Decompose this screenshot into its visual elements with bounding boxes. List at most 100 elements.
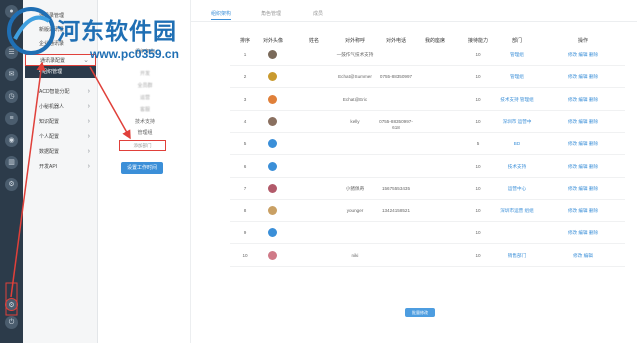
menu-item-personal[interactable]: 个人配置 › (25, 131, 96, 143)
side-menu: 通讯录管理 新版通讯录 企业通讯录 通讯录配置 ⌄ • 组织管理 ACD智能分配 ›… (23, 0, 98, 343)
tab-roles[interactable]: 角色管理 (261, 9, 281, 19)
menu-item-api[interactable]: 开发API › (25, 161, 96, 173)
settings-icon[interactable]: ⚙ (5, 178, 18, 191)
tree-node[interactable]: 全员群 (99, 82, 191, 89)
menu-item-acd[interactable]: ACD智能分配 › (25, 86, 96, 98)
cell-dept: 销售部门 (507, 252, 527, 258)
cell-no: 8 (243, 208, 247, 214)
avatar (268, 206, 277, 216)
row-divider (230, 154, 625, 156)
cell-dept: 深圳市 运营中 (502, 118, 532, 124)
menu-item-org-manage[interactable]: • 组织管理 (25, 66, 96, 78)
cell-ops[interactable]: 修改 编辑 删除 (556, 141, 610, 147)
cell-no: 6 (243, 163, 247, 169)
avatar (268, 116, 277, 126)
contacts-icon[interactable]: ☰ (5, 46, 18, 59)
menu-item-data[interactable]: 数据配置 › (25, 146, 96, 158)
chart-icon[interactable]: ▥ (5, 156, 18, 169)
col-header-avatar: 对外头像 (262, 38, 283, 44)
cell-ops[interactable]: 修改 编辑 删除 (556, 186, 610, 192)
row-divider (230, 109, 625, 111)
cell-ops[interactable]: 修改 编辑 删除 (556, 97, 610, 103)
col-header-alias: 对外称呼 (344, 38, 365, 44)
cell-ops[interactable]: 修改 编辑 删除 (556, 119, 610, 125)
tree-node[interactable]: 运营 (99, 94, 191, 101)
col-header-order: 排序 (239, 38, 250, 44)
icon-rail: ● ☰ ✉ ◷ ≡ ◉ ▥ ⚙ ⚙ ⏻ (0, 0, 23, 343)
menu-item-contacts[interactable]: 通讯录管理 (25, 10, 96, 22)
menu-item-enterprise-contacts[interactable]: 企业通讯录 (25, 38, 96, 50)
cell-ops[interactable]: 修改 编辑 删除 (556, 74, 610, 80)
tree-node[interactable]: 技术支持 (99, 118, 191, 125)
cell-dept: 技术支持 (507, 163, 527, 169)
clock-icon[interactable]: ◷ (5, 90, 18, 103)
col-header-capacity: 接待能力 (467, 38, 488, 44)
cell-no: 7 (243, 185, 247, 191)
tab-members[interactable]: 成员 (313, 9, 323, 19)
set-work-hours-button[interactable]: 设置工作时间 (121, 162, 163, 174)
cell-cap: 10 (475, 163, 481, 169)
avatar (268, 228, 277, 238)
chat-icon[interactable]: ✉ (5, 68, 18, 81)
tree-node[interactable]: 管理组 (99, 129, 191, 136)
col-header-phone: 对外电话 (385, 38, 406, 44)
tab-org[interactable]: 组织架构 (211, 9, 232, 20)
cell-no: 5 (243, 141, 247, 147)
cell-cap: 10 (475, 52, 481, 57)
avatar (268, 72, 277, 82)
logo-icon: ● (5, 5, 18, 18)
cell-cap: 10 (475, 230, 481, 236)
menu-item-new-contacts[interactable]: 新版通讯录 (25, 24, 96, 36)
cell-dept: 管理组 (510, 52, 524, 57)
cell-ops[interactable]: 修改 编辑 删除 (556, 208, 610, 214)
cell-ops[interactable]: 修改 编辑 (556, 253, 610, 259)
cell-cap: 10 (475, 252, 481, 258)
menu-item-knowledge[interactable]: 知识配置 › (25, 116, 96, 128)
menu-item-robot[interactable]: 小秘机器人 › (25, 101, 96, 113)
cell-dept: 深圳市运营 组组 (500, 208, 534, 214)
cell-dept: 运营中心 (507, 185, 527, 191)
chevron-right-icon: › (87, 88, 90, 95)
row-divider (230, 265, 625, 267)
cell-cap: 10 (475, 118, 481, 124)
cell-ops[interactable]: 修改 编辑 删除 (556, 164, 610, 170)
chevron-right-icon: › (87, 148, 90, 155)
cell-ops[interactable]: 修改 编辑 删除 (556, 230, 610, 236)
cell-alias: niki (351, 252, 359, 258)
add-department-button[interactable]: 添加部门 (119, 140, 166, 151)
power-icon[interactable]: ⏻ (5, 316, 18, 329)
avatar (268, 161, 277, 171)
col-header-ops: 操作 (577, 38, 588, 44)
cell-phone: 13424158521 (381, 208, 411, 214)
list-icon[interactable]: ≡ (5, 112, 18, 125)
tree-node[interactable]: 开发 (99, 70, 191, 77)
gear-icon[interactable]: ⚙ (5, 298, 18, 311)
menu-item-contacts-config[interactable]: 通讯录配置 ⌄ (25, 54, 96, 66)
avatar (268, 250, 277, 260)
avatar (268, 50, 277, 59)
avatar (268, 94, 277, 104)
row-divider (230, 87, 625, 89)
col-header-name: 姓名 (308, 38, 319, 44)
cell-cap: 10 (475, 185, 481, 191)
tree-root[interactable]: 组织架构 (99, 48, 191, 55)
chevron-right-icon: › (87, 163, 90, 170)
chevron-right-icon: › (87, 133, 90, 140)
tab-divider (191, 21, 637, 22)
cell-cap: 5 (476, 141, 480, 147)
cell-no: 10 (242, 252, 248, 258)
row-divider (230, 131, 625, 133)
tree-node[interactable]: 客服 (99, 106, 191, 113)
cell-ops[interactable]: 修改 编辑 删除 (556, 52, 610, 58)
cell-alias: younger (346, 208, 364, 214)
avatar (268, 183, 277, 193)
row-divider (230, 176, 625, 178)
chevron-right-icon: › (87, 118, 90, 125)
cell-dept: BD (513, 141, 521, 147)
cell-no: 4 (243, 118, 247, 124)
batch-edit-button[interactable]: 批量修改 (405, 308, 435, 317)
cell-phone: 0755-88350997 (379, 74, 413, 80)
user-icon[interactable]: ◉ (5, 134, 18, 147)
col-header-seat: 我的座席 (424, 38, 445, 44)
cell-dept: 技术支持 管理组 (500, 96, 534, 102)
